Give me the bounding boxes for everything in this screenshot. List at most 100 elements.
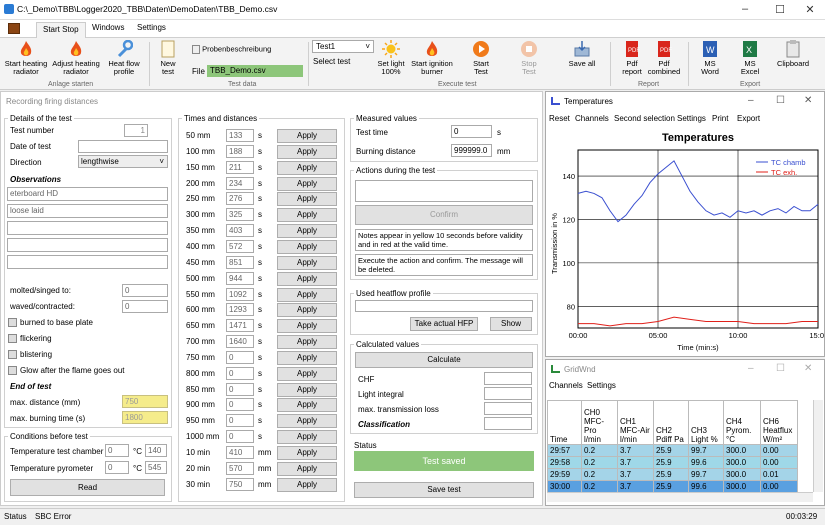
apply-button[interactable]: Apply [277, 176, 337, 191]
menu-settings[interactable]: Settings [587, 381, 616, 390]
apply-button[interactable]: Apply [277, 192, 337, 207]
observation-field[interactable]: loose laid [7, 204, 168, 218]
apply-button[interactable]: Apply [277, 239, 337, 254]
maximize-button[interactable]: ☐ [770, 3, 790, 16]
tab-settings[interactable]: Settings [137, 23, 166, 32]
heat-flow-button[interactable]: Heat flow profile [104, 39, 144, 76]
distance-time-input[interactable]: 403 [226, 224, 254, 238]
horizontal-scrollbar[interactable] [547, 492, 813, 502]
checkbox-burned[interactable] [8, 318, 17, 327]
waved-input[interactable]: 0 [122, 300, 168, 313]
distance-time-input[interactable]: 188 [226, 144, 254, 158]
apply-button[interactable]: Apply [277, 271, 337, 286]
apply-button[interactable]: Apply [277, 477, 337, 492]
new-test-button[interactable]: New test [154, 40, 182, 76]
apply-button[interactable]: Apply [277, 350, 337, 365]
start-test-button[interactable]: Start Test [466, 40, 496, 76]
temp-chamber-input[interactable]: 0 [105, 444, 129, 457]
observation-field[interactable] [7, 221, 168, 235]
apply-button[interactable]: Apply [277, 446, 337, 460]
grid-header-cell[interactable]: Time [547, 400, 582, 445]
grid-row[interactable]: 29:59 0.2 3.7 25.9 99.7 300.0 0.01 [547, 468, 798, 481]
grid-header-cell[interactable]: CH4 Pyrom. °C [723, 400, 761, 445]
grid-header-cell[interactable]: CH6 Heatflux W/m² [760, 400, 798, 445]
distance-time-input[interactable]: 570 [226, 461, 254, 475]
grid-row[interactable]: 29:57 0.2 3.7 25.9 99.7 300.0 0.00 [547, 444, 798, 457]
apply-button[interactable]: Apply [277, 287, 337, 302]
minimize-button[interactable]: – [748, 95, 754, 106]
maximize-button[interactable]: ☐ [776, 95, 785, 106]
observation-field[interactable] [7, 255, 168, 269]
apply-button[interactable]: Apply [277, 255, 337, 270]
distance-time-input[interactable]: 0 [226, 414, 254, 428]
grid-header-cell[interactable]: CH2 Pdiff Pa [653, 400, 689, 445]
observation-field[interactable]: eterboard HD [7, 187, 168, 201]
tab-windows[interactable]: Windows [92, 23, 124, 32]
ms-excel-button[interactable]: X MS Excel [736, 40, 764, 76]
vertical-scrollbar[interactable] [813, 400, 823, 492]
menu-second-selection[interactable]: Second selection [614, 114, 675, 123]
pdf-report-button[interactable]: PDF Pdf report [618, 40, 646, 76]
apply-button[interactable]: Apply [277, 208, 337, 223]
save-all-button[interactable]: Save all [566, 40, 598, 68]
apply-button[interactable]: Apply [277, 129, 337, 143]
distance-time-input[interactable]: 211 [226, 160, 254, 174]
close-button[interactable]: ✕ [804, 363, 812, 374]
apply-button[interactable]: Apply [277, 335, 337, 350]
take-hfp-button[interactable]: Take actual HFP [410, 317, 478, 331]
distance-time-input[interactable]: 0 [226, 366, 254, 380]
file-field[interactable]: TBB_Demo.csv [207, 65, 303, 77]
minimize-button[interactable]: – [748, 363, 754, 374]
distance-time-input[interactable]: 0 [226, 350, 254, 364]
ms-word-button[interactable]: W MS Word [696, 40, 724, 76]
confirm-button[interactable]: Confirm [355, 205, 533, 225]
distance-time-input[interactable]: 0 [226, 382, 254, 396]
checkbox-glow[interactable] [8, 366, 17, 375]
calculate-button[interactable]: Calculate [355, 352, 533, 368]
menu-channels[interactable]: Channels [575, 114, 609, 123]
adjust-heating-button[interactable]: Adjust heating radiator [50, 40, 102, 76]
distance-time-input[interactable]: 1092 [226, 287, 254, 301]
apply-button[interactable]: Apply [277, 461, 337, 476]
checkbox-flickering[interactable] [8, 334, 17, 343]
temp-pyro-input[interactable]: 0 [105, 461, 129, 474]
distance-time-input[interactable]: 234 [226, 176, 254, 190]
save-test-button[interactable]: Save test [354, 482, 534, 498]
probenbeschreibung-button[interactable]: Probenbeschreibung [192, 45, 271, 54]
start-heating-button[interactable]: Start heating radiator [4, 40, 48, 76]
grid-header-cell[interactable]: CH0 MFC-Pro l/min [581, 400, 618, 445]
distance-time-input[interactable]: 1293 [226, 303, 254, 317]
stop-test-button[interactable]: Stop Test [514, 40, 544, 76]
distance-time-input[interactable]: 1640 [226, 335, 254, 349]
apply-button[interactable]: Apply [277, 398, 337, 413]
grid-header-cell[interactable]: CH1 MFC-Air l/min [617, 400, 654, 445]
apply-button[interactable]: Apply [277, 160, 337, 175]
distance-time-input[interactable]: 0 [226, 430, 254, 444]
menu-settings[interactable]: Settings [677, 114, 706, 123]
pdf-combined-button[interactable]: PDF Pdf combined [646, 40, 682, 76]
distance-time-input[interactable]: 851 [226, 255, 254, 269]
max-distance-input[interactable]: 750 [122, 395, 168, 408]
test-number-input[interactable]: 1 [124, 124, 148, 137]
molted-input[interactable]: 0 [122, 284, 168, 297]
observation-field[interactable] [7, 238, 168, 252]
distance-time-input[interactable]: 572 [226, 239, 254, 253]
apply-button[interactable]: Apply [277, 303, 337, 318]
grid-header-cell[interactable]: CH3 Light % [688, 400, 724, 445]
distance-time-input[interactable]: 325 [226, 208, 254, 222]
apply-button[interactable]: Apply [277, 414, 337, 429]
apply-button[interactable]: Apply [277, 382, 337, 397]
read-button[interactable]: Read [10, 479, 165, 496]
menu-reset[interactable]: Reset [549, 114, 570, 123]
apply-button[interactable]: Apply [277, 224, 337, 239]
show-button[interactable]: Show [490, 317, 532, 331]
distance-time-input[interactable]: 276 [226, 192, 254, 206]
maximize-button[interactable]: ☐ [776, 363, 785, 374]
close-button[interactable]: ✕ [800, 3, 820, 16]
set-light-button[interactable]: Set light 100% [374, 40, 408, 76]
grid-row[interactable]: 30:00 0.2 3.7 25.9 99.6 300.0 0.00 [547, 480, 798, 492]
grid-row[interactable]: 29:58 0.2 3.7 25.9 99.6 300.0 0.00 [547, 456, 798, 469]
distance-time-input[interactable]: 133 [226, 129, 254, 142]
max-time-input[interactable]: 1800 [122, 411, 168, 424]
distance-time-input[interactable]: 0 [226, 398, 254, 412]
